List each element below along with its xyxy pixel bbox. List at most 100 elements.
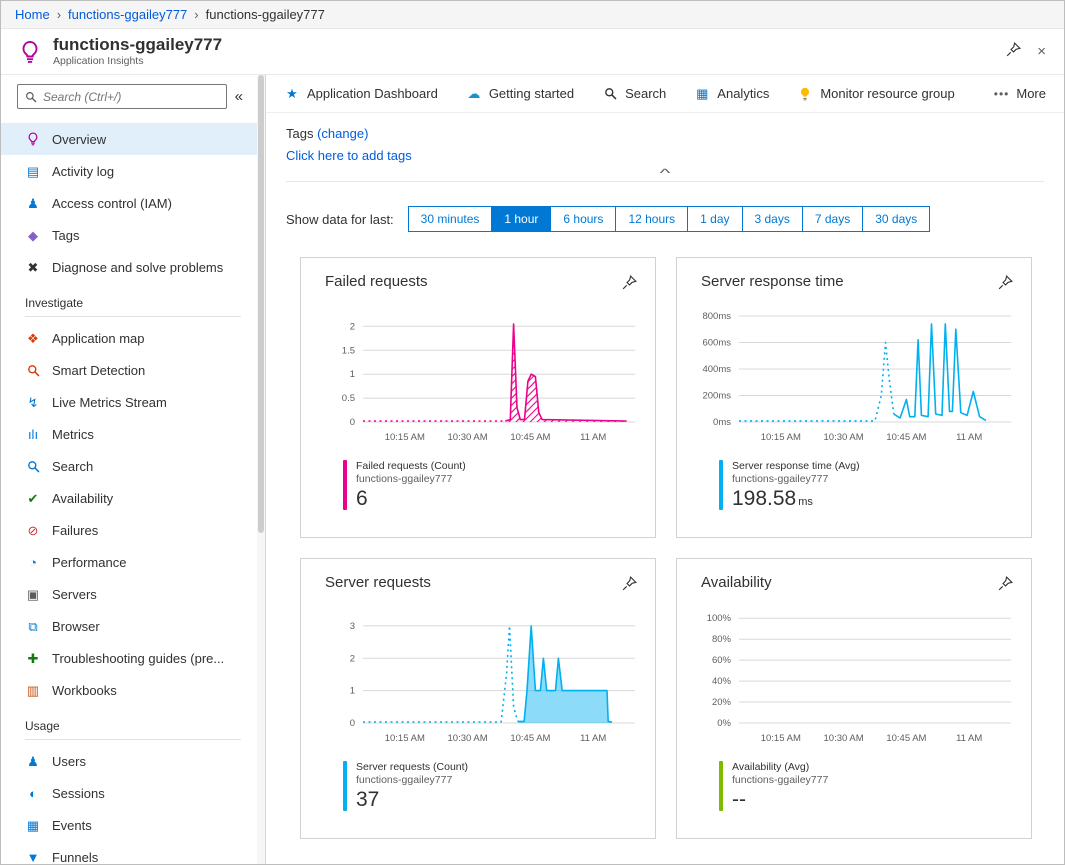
availability-icon: ✔ <box>25 492 41 505</box>
sidebar-item-access-control-iam[interactable]: ♟Access control (IAM) <box>1 187 265 219</box>
time-range-1-day[interactable]: 1 day <box>687 206 742 232</box>
sidebar-item-search[interactable]: Search <box>1 450 265 482</box>
command-monitor-resource-group[interactable]: Monitor resource group <box>797 86 954 101</box>
sidebar-item-availability[interactable]: ✔ Availability <box>1 482 265 514</box>
sidebar-item-users[interactable]: ♟Users <box>1 745 265 777</box>
command-analytics[interactable]: ▦Analytics <box>694 86 769 101</box>
svg-text:10:15 AM: 10:15 AM <box>761 733 801 744</box>
sidebar-item-application-map[interactable]: ❖Application map <box>1 322 265 354</box>
getting-started-icon: ☁ <box>466 87 482 100</box>
sidebar-item-label: Failures <box>52 523 98 538</box>
legend-resource-name: functions-ggailey777 <box>356 473 466 485</box>
tags-change-link[interactable]: (change) <box>317 126 368 141</box>
sidebar-item-label: Browser <box>52 619 100 634</box>
sidebar-collapse-button[interactable]: « <box>235 88 243 105</box>
svg-text:0%: 0% <box>717 718 731 729</box>
sidebar-item-workbooks[interactable]: ▥Workbooks <box>1 674 265 706</box>
pin-icon[interactable] <box>998 576 1013 596</box>
breadcrumb-current: functions-ggailey777 <box>206 7 325 22</box>
close-icon[interactable]: × <box>1037 43 1046 60</box>
command-label: Monitor resource group <box>820 86 954 101</box>
app-window: Home › functions-ggailey777 › functions-… <box>0 0 1065 865</box>
time-range-30-minutes[interactable]: 30 minutes <box>408 206 493 232</box>
legend-metric-name: Server response time (Avg) <box>732 460 860 472</box>
breadcrumb-resource[interactable]: functions-ggailey777 <box>68 7 187 22</box>
svg-text:11 AM: 11 AM <box>956 733 982 744</box>
pin-icon[interactable] <box>622 275 637 295</box>
application-insights-icon <box>17 39 43 65</box>
svg-text:400ms: 400ms <box>702 364 731 375</box>
svg-text:10:45 AM: 10:45 AM <box>510 733 550 744</box>
sidebar-item-activity-log[interactable]: ▤Activity log <box>1 155 265 187</box>
svg-text:10:15 AM: 10:15 AM <box>761 432 801 443</box>
sidebar-scrollbar[interactable] <box>257 75 265 865</box>
legend-metric-name: Failed requests (Count) <box>356 460 466 472</box>
sidebar-item-overview[interactable]: Overview <box>1 123 265 155</box>
sidebar-scrollbar-thumb[interactable] <box>258 75 264 533</box>
time-range-12-hours[interactable]: 12 hours <box>615 206 688 232</box>
sidebar-item-label: Activity log <box>52 164 114 179</box>
svg-text:20%: 20% <box>712 697 732 708</box>
collapse-essentials-chevron[interactable]: ^ <box>637 167 694 179</box>
sidebar-item-label: Funnels <box>52 850 98 865</box>
sidebar-item-label: Overview <box>52 132 106 147</box>
failed-requests-chart: 00.511.5210:15 AM10:30 AM10:45 AM11 AM <box>317 302 641 452</box>
svg-text:10:30 AM: 10:30 AM <box>824 432 864 443</box>
pin-icon[interactable] <box>998 275 1013 295</box>
add-tags-link[interactable]: Click here to add tags <box>286 148 412 163</box>
chart-legend[interactable]: Server requests (Count) functions-ggaile… <box>343 761 639 811</box>
page-title: functions-ggailey777 <box>53 36 222 55</box>
sidebar-item-sessions[interactable]: ◐Sessions <box>1 777 265 809</box>
svg-text:11 AM: 11 AM <box>580 733 606 744</box>
legend-color-bar <box>343 761 347 811</box>
sidebar-item-troubleshooting-guides-pre[interactable]: ✚Troubleshooting guides (pre... <box>1 642 265 674</box>
time-range-3-days[interactable]: 3 days <box>742 206 803 232</box>
svg-text:1: 1 <box>350 686 355 697</box>
sidebar-item-tags[interactable]: ◆Tags <box>1 219 265 251</box>
sidebar-search-input[interactable] <box>43 90 219 104</box>
time-range-1-hour[interactable]: 1 hour <box>491 206 551 232</box>
sidebar-item-label: Search <box>52 459 93 474</box>
failures-icon: ⊘ <box>25 524 41 537</box>
chart-legend[interactable]: Failed requests (Count) functions-ggaile… <box>343 460 639 510</box>
sidebar-search-box[interactable] <box>17 84 227 109</box>
sidebar-item-servers[interactable]: ▣Servers <box>1 578 265 610</box>
command-label: Application Dashboard <box>307 86 438 101</box>
legend-color-bar <box>719 761 723 811</box>
sidebar: « Overview ▤Activity log♟Access control (… <box>1 75 266 865</box>
chart-card-server-response-time: Server response time 0ms200ms400ms600ms8… <box>676 257 1032 538</box>
time-range-6-hours[interactable]: 6 hours <box>550 206 616 232</box>
sidebar-item-label: Availability <box>52 491 113 506</box>
chart-title: Failed requests <box>317 273 639 290</box>
tags-section: Tags (change) Click here to add tags ^ <box>266 113 1064 182</box>
legend-value: 37 <box>356 788 468 811</box>
time-range-7-days[interactable]: 7 days <box>802 206 863 232</box>
sidebar-item-failures[interactable]: ⊘ Failures <box>1 514 265 546</box>
chart-legend[interactable]: Server response time (Avg) functions-gga… <box>719 460 1015 510</box>
pin-icon[interactable] <box>1006 42 1021 62</box>
sidebar-item-browser[interactable]: ⧉Browser <box>1 610 265 642</box>
sidebar-item-events[interactable]: ▦Events <box>1 809 265 841</box>
command-getting-started[interactable]: ☁Getting started <box>466 86 574 101</box>
svg-text:0ms: 0ms <box>713 417 731 428</box>
breadcrumb-home[interactable]: Home <box>15 7 50 22</box>
sidebar-item-diagnose-and-solve-problems[interactable]: ✖Diagnose and solve problems <box>1 251 265 283</box>
events-icon: ▦ <box>25 819 41 832</box>
sidebar-item-performance[interactable]: ◔Performance <box>1 546 265 578</box>
sidebar-item-metrics[interactable]: ılıMetrics <box>1 418 265 450</box>
command-application-dashboard[interactable]: ★Application Dashboard <box>284 86 438 101</box>
chart-legend[interactable]: Availability (Avg) functions-ggailey777 … <box>719 761 1015 811</box>
svg-text:2: 2 <box>350 321 355 332</box>
sidebar-item-smart-detection[interactable]: Smart Detection <box>1 354 265 386</box>
time-range-30-days[interactable]: 30 days <box>862 206 930 232</box>
sidebar-menu: Overview ▤Activity log♟Access control (IA… <box>1 123 265 865</box>
sidebar-item-live-metrics-stream[interactable]: ↯Live Metrics Stream <box>1 386 265 418</box>
more-button[interactable]: ••• More <box>994 86 1046 101</box>
sidebar-item-funnels[interactable]: ▼Funnels <box>1 841 265 865</box>
sidebar-section-investigate: Investigate <box>25 296 241 317</box>
pin-icon[interactable] <box>622 576 637 596</box>
sidebar-item-label: Sessions <box>52 786 105 801</box>
svg-text:10:30 AM: 10:30 AM <box>448 432 488 443</box>
sidebar-item-label: Access control (IAM) <box>52 196 172 211</box>
command-search[interactable]: Search <box>602 86 666 101</box>
